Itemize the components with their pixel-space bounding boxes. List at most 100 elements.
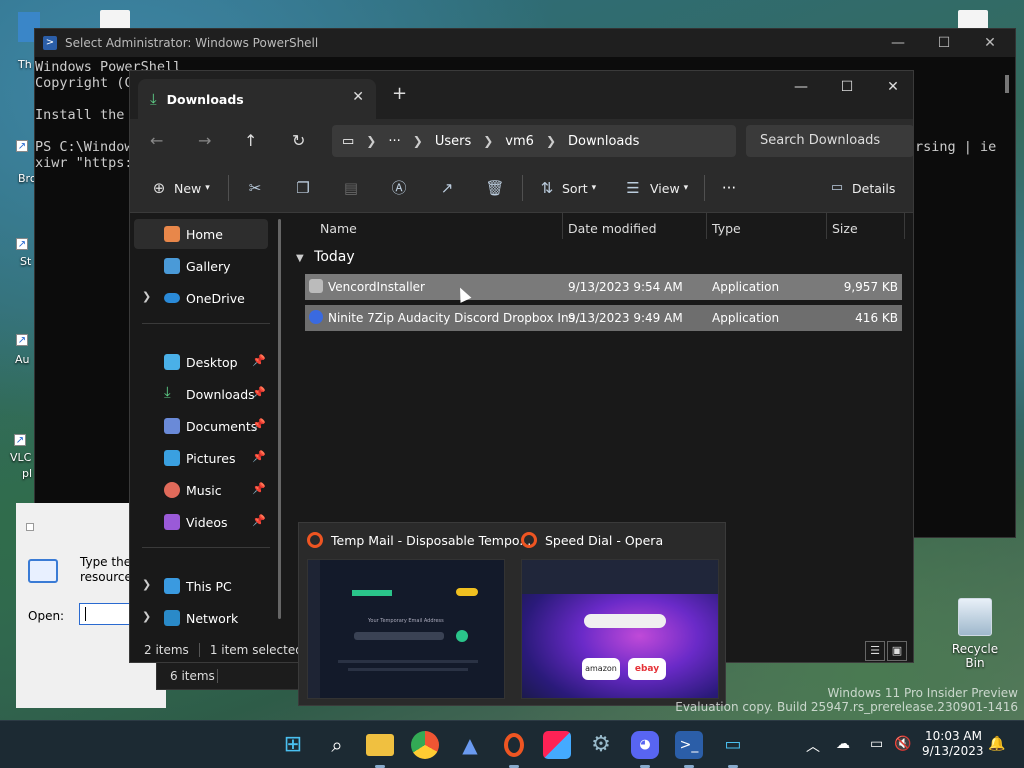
settings-gear-icon[interactable]: ⚙ bbox=[587, 731, 615, 759]
desktop-folder-icon bbox=[164, 354, 180, 370]
overflow-icon[interactable]: ··· bbox=[388, 134, 400, 149]
close-button[interactable]: ✕ bbox=[967, 29, 1013, 57]
start-windows-icon[interactable]: ⊞ bbox=[279, 731, 307, 759]
clock-date: 9/13/2023 bbox=[922, 744, 984, 758]
maximize-button[interactable]: ☐ bbox=[921, 29, 967, 57]
sidebar-item-downloads[interactable]: ⤓ Downloads 📌 bbox=[134, 379, 268, 409]
maximize-button[interactable]: ☐ bbox=[824, 71, 870, 103]
sidebar-item-network[interactable]: ❯ Network bbox=[134, 603, 268, 633]
column-header-name[interactable]: Name bbox=[320, 221, 357, 236]
notification-bell-icon[interactable]: 🔔 bbox=[988, 736, 1005, 752]
run-dialog-control[interactable] bbox=[26, 523, 34, 531]
breadcrumb-vm6[interactable]: vm6 bbox=[505, 134, 534, 149]
cut-button[interactable]: ✂ bbox=[244, 177, 266, 199]
thumbnail-temp-mail[interactable]: Temp Mail - Disposable Tempo... Your Tem… bbox=[299, 523, 531, 707]
file-explorer-icon[interactable] bbox=[366, 734, 394, 756]
run-app-icon[interactable]: ▭ bbox=[719, 731, 747, 759]
column-separator[interactable] bbox=[706, 213, 707, 239]
copy-button[interactable]: ❐ bbox=[292, 177, 314, 199]
breadcrumb-users[interactable]: Users bbox=[435, 134, 471, 149]
chevron-right-icon: ❯ bbox=[545, 134, 556, 148]
discord-icon[interactable]: ◕ bbox=[631, 731, 659, 759]
up-icon[interactable]: ↑ bbox=[244, 131, 257, 150]
paste-button[interactable]: ▤ bbox=[340, 177, 362, 199]
close-button[interactable]: ✕ bbox=[870, 71, 916, 103]
app-icon[interactable]: ▲ bbox=[456, 731, 484, 759]
volume-muted-icon[interactable]: 🔇 bbox=[894, 736, 911, 752]
column-header-date[interactable]: Date modified bbox=[568, 221, 657, 236]
sidebar-item-documents[interactable]: Documents 📌 bbox=[134, 411, 268, 441]
chevron-right-icon[interactable]: ❯ bbox=[142, 610, 151, 623]
sidebar-item-videos[interactable]: Videos 📌 bbox=[134, 507, 268, 537]
sidebar-item-pictures[interactable]: Pictures 📌 bbox=[134, 443, 268, 473]
command-separator bbox=[228, 175, 229, 201]
table-row[interactable]: VencordInstaller 9/13/2023 9:54 AM Appli… bbox=[305, 274, 902, 300]
console-scrollbar[interactable] bbox=[1005, 75, 1009, 93]
details-label: Details bbox=[852, 180, 896, 196]
powershell-titlebar[interactable]: > Select Administrator: Windows PowerShe… bbox=[35, 29, 1015, 57]
close-tab-icon[interactable]: ✕ bbox=[352, 89, 364, 105]
tab-downloads[interactable]: ⤓ Downloads ✕ bbox=[138, 79, 376, 119]
new-button[interactable]: ⊕ New ▾ bbox=[148, 177, 210, 199]
column-header-type[interactable]: Type bbox=[712, 221, 741, 236]
more-button[interactable]: ··· bbox=[718, 177, 740, 199]
taskbar-thumbnail-preview[interactable]: Temp Mail - Disposable Tempo... Your Tem… bbox=[298, 522, 726, 706]
download-arrow-icon: ⤓ bbox=[150, 90, 157, 108]
sidebar-item-this-pc[interactable]: ❯ This PC bbox=[134, 571, 268, 601]
column-header-size[interactable]: Size bbox=[832, 221, 858, 236]
search-icon[interactable]: ⌕ bbox=[323, 731, 351, 759]
pin-icon[interactable]: 📌 bbox=[252, 354, 266, 367]
new-tab-button[interactable]: + bbox=[392, 83, 407, 104]
sidebar-item-desktop[interactable]: Desktop 📌 bbox=[134, 347, 268, 377]
address-row: ← → ↑ ↻ ▭ ❯ ··· ❯ Users ❯ vm6 ❯ Download… bbox=[130, 119, 914, 163]
network-icon[interactable]: ▭ bbox=[870, 736, 883, 752]
view-button[interactable]: ☰ View ▾ bbox=[622, 177, 688, 199]
recycle-bin[interactable]: Recycle Bin bbox=[944, 598, 1006, 670]
chevron-down-icon: ▼ bbox=[296, 253, 304, 264]
download-arrow-icon: ⤓ bbox=[164, 383, 171, 401]
rename-button[interactable]: Ⓐ bbox=[388, 177, 410, 199]
chrome-icon[interactable] bbox=[411, 731, 439, 759]
details-view-icon[interactable]: ☰ bbox=[865, 641, 885, 661]
breadcrumb-downloads[interactable]: Downloads bbox=[568, 134, 639, 149]
sidebar-item-onedrive[interactable]: ❯ OneDrive bbox=[134, 283, 268, 313]
tiles-view-icon[interactable]: ▣ bbox=[887, 641, 907, 661]
column-separator[interactable] bbox=[904, 213, 905, 239]
sort-button[interactable]: ⇅ Sort ▾ bbox=[536, 177, 596, 199]
share-button[interactable]: ↗ bbox=[436, 177, 458, 199]
pin-icon[interactable]: 📌 bbox=[252, 514, 266, 527]
column-separator[interactable] bbox=[826, 213, 827, 239]
sidebar-item-gallery[interactable]: Gallery bbox=[134, 251, 268, 281]
chevron-right-icon: ❯ bbox=[366, 134, 377, 148]
explorer-titlebar[interactable]: ⤓ Downloads ✕ + — ☐ ✕ bbox=[130, 71, 913, 119]
refresh-icon[interactable]: ↻ bbox=[292, 131, 305, 150]
forward-icon[interactable]: → bbox=[198, 131, 211, 150]
minimize-button[interactable]: — bbox=[875, 29, 921, 57]
sidebar-item-music[interactable]: Music 📌 bbox=[134, 475, 268, 505]
minimize-button[interactable]: — bbox=[778, 71, 824, 103]
details-button[interactable]: ▭ Details bbox=[826, 177, 896, 199]
pin-icon[interactable]: 📌 bbox=[252, 386, 266, 399]
store-icon[interactable] bbox=[543, 731, 571, 759]
chevron-right-icon[interactable]: ❯ bbox=[142, 578, 151, 591]
group-header-today[interactable]: ▼ Today bbox=[296, 249, 355, 265]
opera-icon[interactable] bbox=[500, 731, 528, 759]
powershell-icon[interactable]: >_ bbox=[675, 731, 703, 759]
chevron-right-icon[interactable]: ❯ bbox=[142, 290, 151, 303]
table-row[interactable]: Ninite 7Zip Audacity Discord Dropbox Ins… bbox=[305, 305, 902, 331]
address-bar[interactable]: ▭ ❯ ··· ❯ Users ❯ vm6 ❯ Downloads bbox=[332, 125, 736, 157]
navigation-scrollbar[interactable] bbox=[278, 219, 281, 619]
delete-button[interactable]: 🗑 bbox=[484, 177, 506, 199]
pin-icon[interactable]: 📌 bbox=[252, 482, 266, 495]
chevron-up-icon[interactable]: ︿ bbox=[806, 736, 820, 756]
sidebar-item-home[interactable]: Home bbox=[134, 219, 268, 249]
back-icon[interactable]: ← bbox=[150, 131, 163, 150]
thumbnail-speed-dial[interactable]: Speed Dial - Opera amazon ebay bbox=[513, 523, 727, 707]
column-separator[interactable] bbox=[562, 213, 563, 239]
pin-icon[interactable]: 📌 bbox=[252, 450, 266, 463]
clock[interactable]: 10:03 AM 9/13/2023 bbox=[922, 729, 984, 759]
chevron-down-icon: ▾ bbox=[591, 183, 597, 193]
search-input[interactable]: Search Downloads bbox=[746, 125, 914, 157]
pin-icon[interactable]: 📌 bbox=[252, 418, 266, 431]
cloud-info-icon[interactable]: ☁ bbox=[836, 736, 850, 752]
